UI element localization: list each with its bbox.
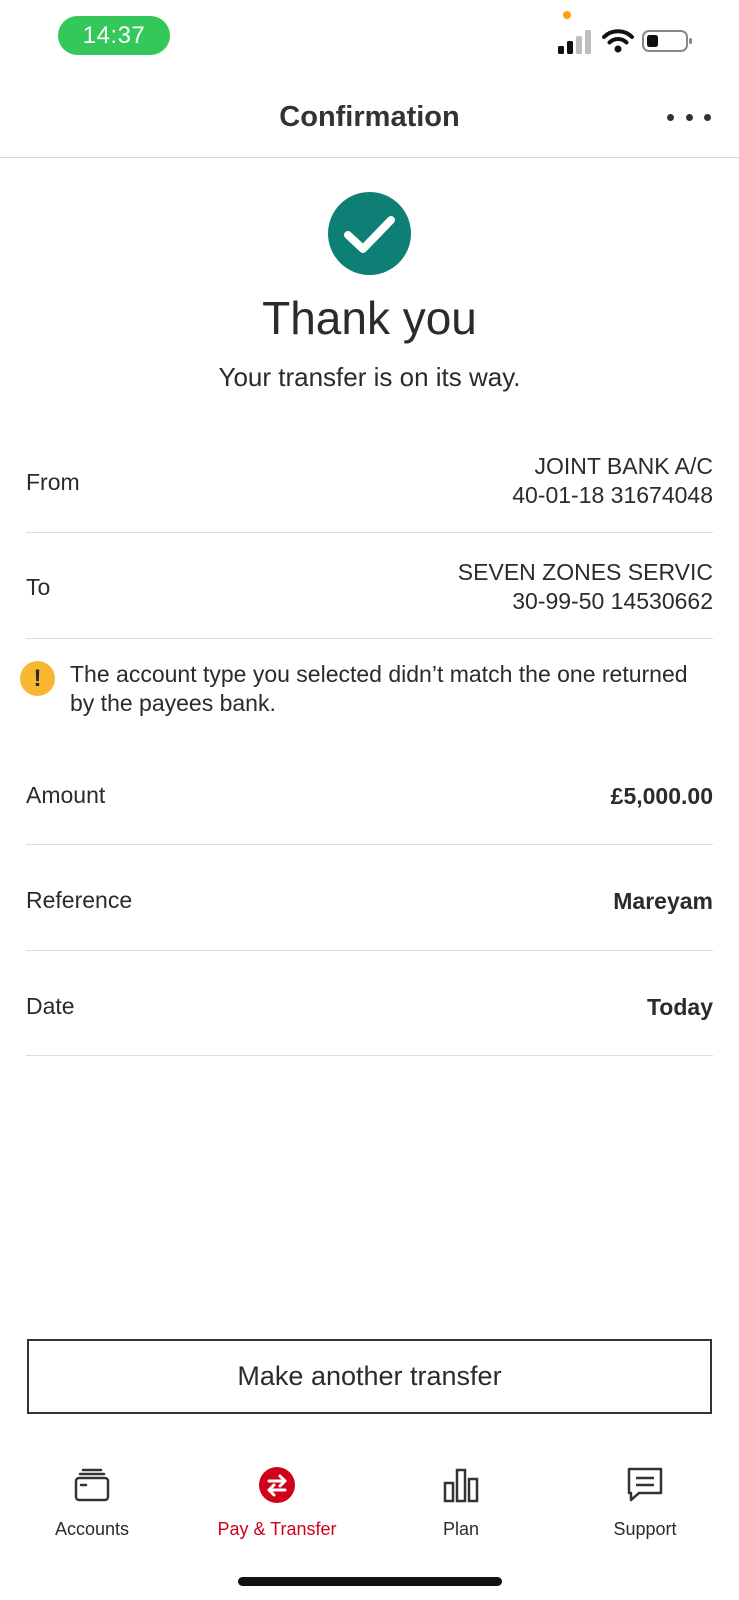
status-bar: 14:37 bbox=[0, 0, 739, 70]
wifi-icon bbox=[602, 29, 634, 53]
success-check-icon bbox=[328, 192, 411, 275]
more-dot-icon bbox=[704, 113, 711, 121]
success-subtitle: Your transfer is on its way. bbox=[218, 362, 521, 392]
status-time: 14:37 bbox=[58, 16, 170, 55]
home-indicator[interactable] bbox=[238, 1577, 502, 1586]
success-title: Thank you bbox=[262, 292, 477, 344]
to-value: SEVEN ZONES SERVIC 30-99-50 14530662 bbox=[458, 558, 713, 616]
warning-icon: ! bbox=[20, 661, 55, 696]
to-payee-name: SEVEN ZONES SERVIC bbox=[457, 559, 713, 585]
tab-pay-transfer[interactable]: Pay & Transfer bbox=[202, 1465, 352, 1540]
bar-chart-icon bbox=[443, 1468, 479, 1503]
to-row: To SEVEN ZONES SERVIC 30-99-50 14530662 bbox=[26, 533, 713, 639]
navigation-header: Confirmation bbox=[0, 75, 739, 158]
tab-pay-transfer-label: Pay & Transfer bbox=[217, 1519, 337, 1539]
from-account-name: JOINT BANK A/C bbox=[534, 453, 713, 479]
bottom-tab-bar: Accounts Pay & Transfer Plan Support bbox=[0, 1465, 739, 1555]
reference-label: Reference bbox=[26, 887, 133, 913]
reference-row: Reference Mareyam bbox=[26, 845, 713, 951]
from-label: From bbox=[26, 469, 80, 495]
warning-text: The account type you selected didn’t mat… bbox=[70, 661, 688, 716]
page-title: Confirmation bbox=[279, 101, 460, 133]
transfer-icon bbox=[259, 1467, 295, 1503]
from-row: From JOINT BANK A/C 40-01-18 31674048 bbox=[26, 440, 713, 533]
date-label: Date bbox=[26, 993, 75, 1019]
amount-value: £5,000.00 bbox=[610, 783, 713, 809]
date-row: Date Today bbox=[26, 951, 713, 1056]
more-options-button[interactable] bbox=[667, 105, 711, 129]
confirmation-screen: 14:37 Confirmation Thank you Your transf… bbox=[0, 0, 739, 1600]
battery-icon bbox=[642, 30, 692, 52]
more-dot-icon bbox=[685, 113, 693, 121]
from-value: JOINT BANK A/C 40-01-18 31674048 bbox=[512, 452, 713, 510]
to-label: To bbox=[26, 574, 51, 600]
more-dot-icon bbox=[667, 113, 674, 121]
amount-label: Amount bbox=[26, 782, 106, 808]
tab-support[interactable]: Support bbox=[570, 1465, 720, 1540]
reference-value: Mareyam bbox=[613, 888, 713, 914]
make-another-transfer-button[interactable]: Make another transfer bbox=[27, 1339, 712, 1414]
tab-support-label: Support bbox=[613, 1519, 677, 1539]
tab-accounts[interactable]: Accounts bbox=[17, 1465, 167, 1540]
to-account-number: 30-99-50 14530662 bbox=[512, 588, 713, 614]
privacy-indicator-dot bbox=[563, 11, 571, 19]
amount-row: Amount £5,000.00 bbox=[26, 745, 713, 845]
date-value: Today bbox=[646, 994, 713, 1020]
cellular-signal-icon bbox=[558, 30, 591, 54]
chat-icon bbox=[627, 1467, 663, 1502]
tab-plan-label: Plan bbox=[442, 1519, 480, 1539]
tab-accounts-label: Accounts bbox=[54, 1519, 130, 1539]
from-account-number: 40-01-18 31674048 bbox=[512, 482, 713, 508]
wallet-icon bbox=[74, 1468, 110, 1502]
tab-plan[interactable]: Plan bbox=[386, 1465, 536, 1540]
